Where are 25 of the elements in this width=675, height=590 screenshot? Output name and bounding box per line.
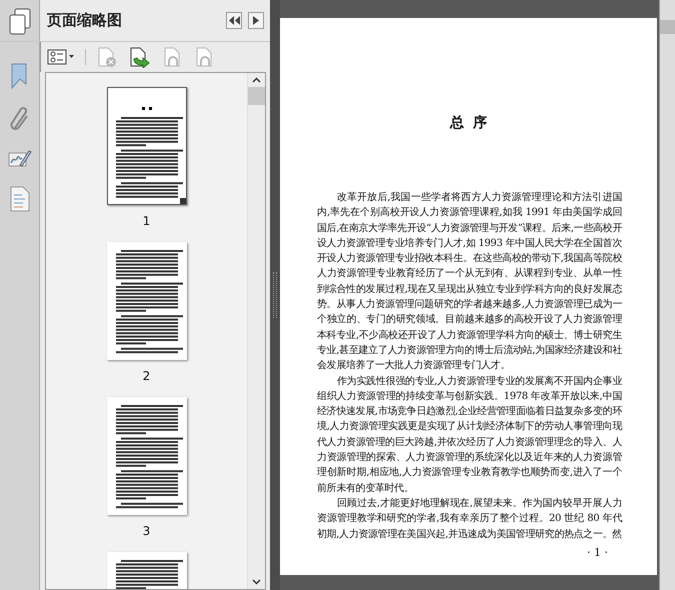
insert-page-icon[interactable]	[128, 46, 152, 68]
document-icon[interactable]	[10, 186, 30, 212]
page-label: 1	[142, 214, 150, 228]
page-number: · 1 ·	[587, 546, 608, 559]
collapse-button[interactable]	[226, 12, 242, 29]
pages-icon[interactable]	[8, 8, 32, 36]
page-label: 3	[142, 524, 150, 538]
panel-title: 页面缩略图	[47, 11, 122, 30]
paperclip-icon[interactable]	[8, 106, 30, 132]
body-paragraph: 回顾过去,才能更好地理解现在,展望未来。作为国内较早开展人力资源管理教学和研究的学者,我有幸亲历了整个过程。20 世纪 80 年代初期,人力资源管理在美国兴起,并迅速成为美国管理研究的热点之一。然	[317, 496, 622, 542]
scrollbar-thumb[interactable]	[660, 20, 675, 34]
resize-handle[interactable]	[180, 198, 186, 204]
body-paragraph: 改革开放后,我国一些学者将西方人力资源管理理论和方法引进国内,率先在个别高校开设人力资源管理课程,如我 1991 年由美国学成回国后,在南京大学率先开设“人力资源管理与开发”课程。后来,一些高校开设人力资源管理专业培养专门人才,如 1993 年中国人民大学在全国首次开设人力资源管理专业招收本科生。在这些高校的带动下,我国高等院校人力资源管理专业教育经历了一个从无到有、从课程到专业、从单一性到综合性的发展过程,现在又呈现出从独立专业到学科方向的良好发展态势。从事人力资源管理问题研究的学者越来越多,人力资源管理已成为一个独立的、专门的研究领域。目前越来越多的高校开设了人力资源管理本科专业,不少高校还开设了人力资源管理学科方向的硕士、博士研究生专业,甚至建立了人力资源管理方向的博士后流动站,为国家经济建设和社会发展培养了一大批人力资源管理专门人才。	[317, 190, 622, 374]
scrollbar[interactable]	[659, 0, 675, 590]
page-label: 2	[142, 369, 150, 383]
page-heading: 总 序	[448, 114, 490, 132]
scroll-up-icon[interactable]	[252, 77, 261, 83]
options-icon[interactable]	[47, 49, 75, 65]
scrollbar-thumb[interactable]	[248, 87, 265, 105]
body-paragraph: 作为实践性很强的专业,人力资源管理专业的发展离不开国内企事业组织人力资源管理的持续变革与创新实践。1978 年改革开放以来,中国经济快速发展,市场竞争日趋激烈,企业经营管理面临着日益复杂多变的环境,人力资源管理实践更是实现了从计划经济体制下的劳动人事管理向现代人力资源管理的巨大跨越,并依次经历了人力资源管理理念的导入、人力资源管理的探索、人力资源管理的系统深化以及近年来的人力资源管理创新时期,相应地,人力资源管理专业教育教学也顺势而变,进入了一个前所未有的变革时代。	[317, 374, 622, 496]
double-left-arrow-icon	[228, 16, 240, 25]
right-arrow-icon	[253, 16, 259, 25]
expand-button[interactable]	[248, 12, 264, 29]
page-thumbnail[interactable]	[106, 87, 186, 205]
scroll-down-icon[interactable]	[252, 579, 261, 585]
